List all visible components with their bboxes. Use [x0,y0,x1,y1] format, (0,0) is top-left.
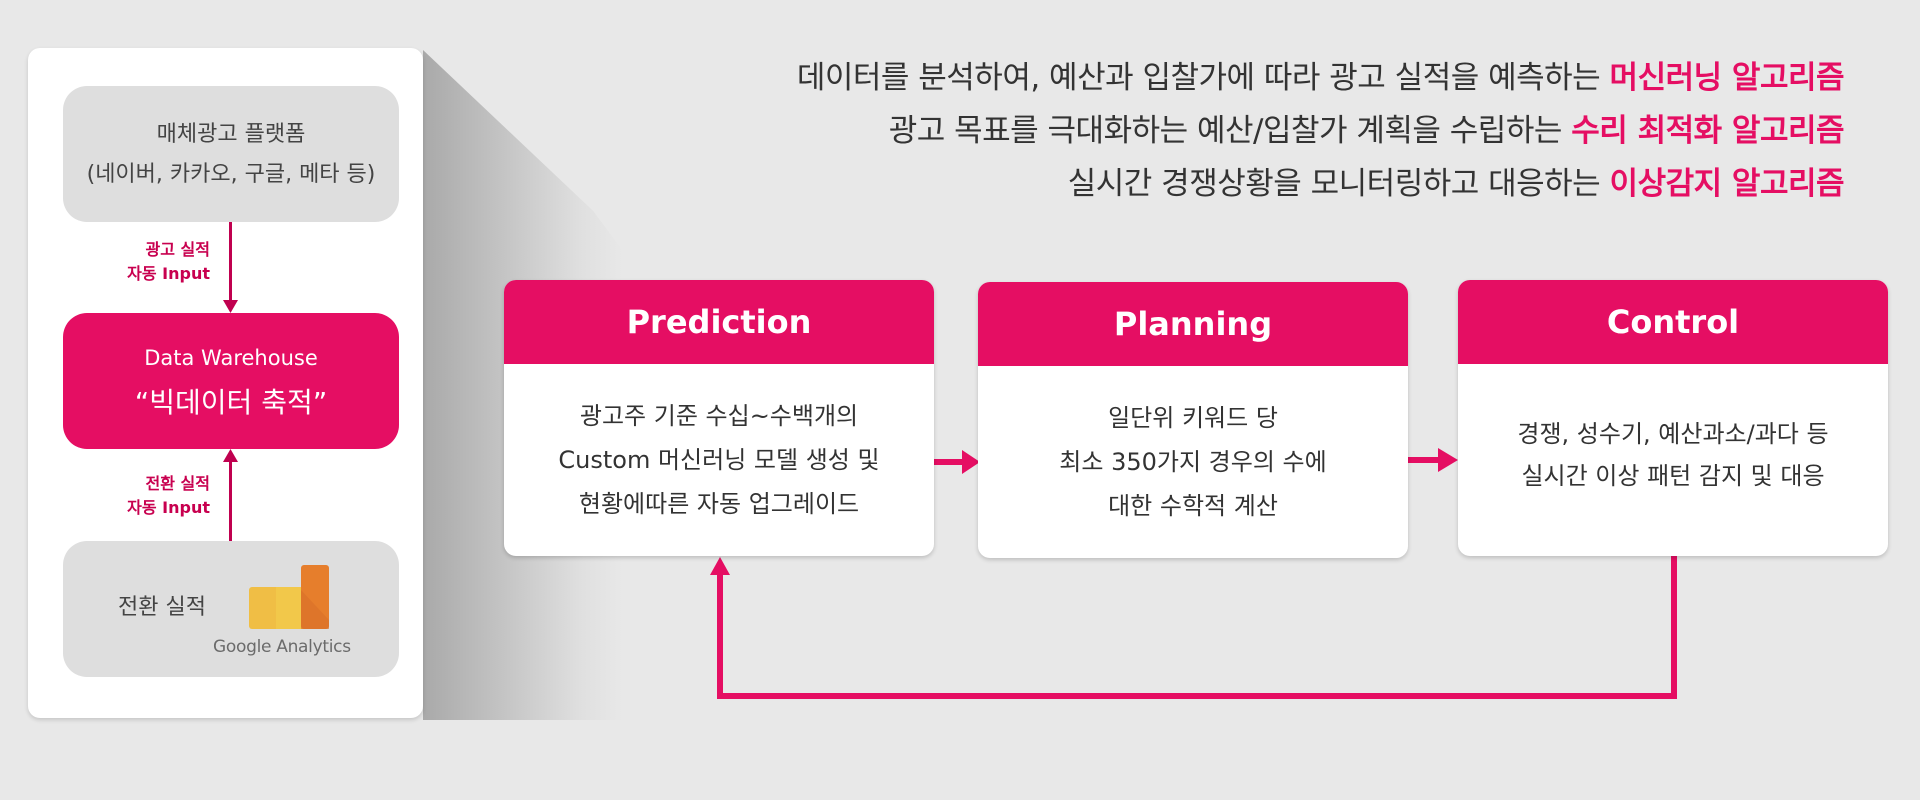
planning-card: Planning 일단위 키워드 당 최소 350가지 경우의 수에 대한 수학… [978,282,1408,558]
card-line: 실시간 이상 패턴 감지 및 대응 [1521,462,1825,490]
prediction-card-title: Prediction [504,280,934,364]
planning-card-title: Planning [978,282,1408,366]
control-card-body: 경쟁, 성수기, 예산과소/과다 등 실시간 이상 패턴 감지 및 대응 [1458,364,1888,556]
card-line: 최소 350가지 경우의 수에 [1059,448,1327,476]
card-line: 광고주 기준 수십~수백개의 [579,402,859,430]
prediction-card-body: 광고주 기준 수십~수백개의 Custom 머신러닝 모델 생성 및 현황에따른… [504,364,934,556]
card-line: Custom 머신러닝 모델 생성 및 [558,446,880,474]
card-line: 현황에따른 자동 업그레이드 [578,490,860,518]
card-line: 일단위 키워드 당 [1108,404,1278,432]
card-line: 경쟁, 성수기, 예산과소/과다 등 [1517,420,1829,448]
prediction-card: Prediction 광고주 기준 수십~수백개의 Custom 머신러닝 모델… [504,280,934,556]
arrow-prediction-to-planning [934,450,980,474]
planning-card-body: 일단위 키워드 당 최소 350가지 경우의 수에 대한 수학적 계산 [978,366,1408,558]
control-card-title: Control [1458,280,1888,364]
control-card: Control 경쟁, 성수기, 예산과소/과다 등 실시간 이상 패턴 감지 … [1458,280,1888,556]
feedback-loop-arrow [710,556,1677,699]
arrow-planning-to-control [1408,448,1458,472]
card-line: 대한 수학적 계산 [1108,492,1278,520]
